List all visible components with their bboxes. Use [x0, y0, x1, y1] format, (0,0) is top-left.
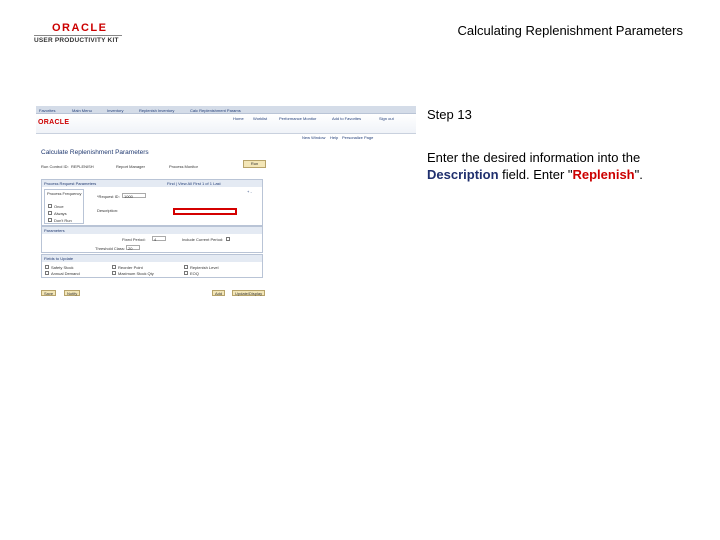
slide-title: Calculating Replenishment Parameters: [457, 23, 683, 38]
fields-to-update-header: Fields to Update: [42, 255, 262, 262]
thumbnail-oracle-logo: ORACLE: [38, 119, 70, 126]
instruction-text-middle: field. Enter ": [498, 167, 573, 182]
threshold-class-label: Threshold Class:: [95, 246, 126, 251]
logo-rule: [34, 35, 122, 36]
update-checkbox[interactable]: [184, 271, 188, 275]
save-button[interactable]: Save: [41, 290, 57, 296]
report-manager-link[interactable]: Report Manager: [116, 164, 145, 169]
sub-link[interactable]: Personalize Page: [342, 135, 373, 140]
update-item: Reorder Point: [118, 265, 143, 270]
thumbnail-page-title: Calculate Replenishment Parameters: [41, 149, 149, 156]
process-frequency-group: Process Frequency Once Always Don't Run: [44, 189, 84, 224]
brand-link[interactable]: Home: [233, 116, 244, 121]
freq-option: Once: [54, 204, 64, 209]
update-checkbox[interactable]: [184, 265, 188, 269]
brand-link[interactable]: Sign out: [379, 116, 394, 121]
update-checkbox[interactable]: [112, 271, 116, 275]
freq-radio-dont-run[interactable]: [48, 218, 52, 222]
update-checkbox[interactable]: [45, 271, 49, 275]
parameters-box: Parameters Fixed Period: 4 Include Curre…: [41, 226, 263, 253]
nav-item[interactable]: Inventory: [107, 108, 123, 113]
description-field[interactable]: [173, 208, 237, 215]
add-row-icon[interactable]: + -: [247, 189, 252, 194]
fields-to-update-box: Fields to Update Safety Stock Reorder Po…: [41, 254, 263, 278]
brand-link[interactable]: Performance Monitor: [279, 116, 316, 121]
instruction-value: Replenish: [572, 167, 635, 182]
update-item: EOQ: [190, 271, 199, 276]
update-checkbox[interactable]: [112, 265, 116, 269]
threshold-class-field[interactable]: 20: [126, 245, 140, 251]
upk-logo-text: USER PRODUCTIVITY KIT: [34, 37, 119, 44]
brand-link[interactable]: Add to Favorites: [332, 116, 361, 121]
application-screenshot: Favorites Main Menu Inventory Replenish …: [36, 106, 416, 298]
request-id-label: *Request ID:: [97, 194, 120, 199]
freq-option: Don't Run: [54, 218, 72, 223]
thumbnail-breadcrumb: Favorites Main Menu Inventory Replenish …: [36, 106, 416, 114]
nav-item[interactable]: Favorites: [39, 108, 55, 113]
find-view-links[interactable]: Find | View All First 1 of 1 Last: [167, 181, 221, 186]
process-monitor-link[interactable]: Process Monitor: [169, 164, 198, 169]
add-button[interactable]: Add: [212, 290, 226, 296]
process-frequency-label: Process Frequency: [47, 191, 82, 196]
update-checkbox[interactable]: [45, 265, 49, 269]
instruction-text: Enter the desired information into the D…: [427, 149, 697, 183]
update-item: Safety Stock: [51, 265, 74, 270]
nav-item[interactable]: Calc Replenishment Params: [190, 108, 241, 113]
step-number: Step 13: [427, 107, 472, 122]
request-id-field[interactable]: 1000: [122, 193, 146, 199]
freq-radio-always[interactable]: [48, 211, 52, 215]
run-control-value: REPLENISH: [71, 164, 94, 169]
update-display-button[interactable]: Update/Display: [232, 290, 266, 296]
description-label: Description:: [97, 208, 119, 213]
instruction-text-after: ".: [634, 167, 643, 182]
sub-link[interactable]: New Window: [302, 135, 325, 140]
freq-option: Always: [54, 211, 67, 216]
sub-link[interactable]: Help: [330, 135, 338, 140]
oracle-logo-text: ORACLE: [52, 22, 108, 34]
process-request-header: Process Request Parameters: [42, 180, 262, 187]
brand-link[interactable]: Worklist: [253, 116, 267, 121]
run-control-label: Run Control ID:: [41, 164, 69, 169]
fixed-period-field[interactable]: 4: [152, 236, 166, 242]
include-current-checkbox[interactable]: [226, 237, 230, 241]
update-item: Annual Demand: [51, 271, 80, 276]
run-button[interactable]: Run: [243, 160, 266, 168]
oracle-upk-logo: ORACLE USER PRODUCTIVITY KIT: [34, 22, 126, 48]
parameters-header: Parameters: [42, 227, 262, 234]
update-item: Maximum Stock Qty: [118, 271, 154, 276]
include-current-label: Include Current Period:: [182, 237, 224, 242]
instruction-text-before: Enter the desired information into the: [427, 150, 641, 165]
thumbnail-brandbar: ORACLE Home Worklist Performance Monitor…: [36, 114, 416, 134]
nav-item[interactable]: Replenish Inventory: [139, 108, 174, 113]
nav-item[interactable]: Main Menu: [72, 108, 92, 113]
fixed-period-label: Fixed Period:: [122, 237, 146, 242]
process-request-box: Process Request Parameters Find | View A…: [41, 179, 263, 226]
update-item: Replenish Level: [190, 265, 219, 270]
freq-radio-once[interactable]: [48, 204, 52, 208]
instruction-field-name: Description: [427, 167, 499, 182]
notify-button[interactable]: Notify: [64, 290, 81, 296]
